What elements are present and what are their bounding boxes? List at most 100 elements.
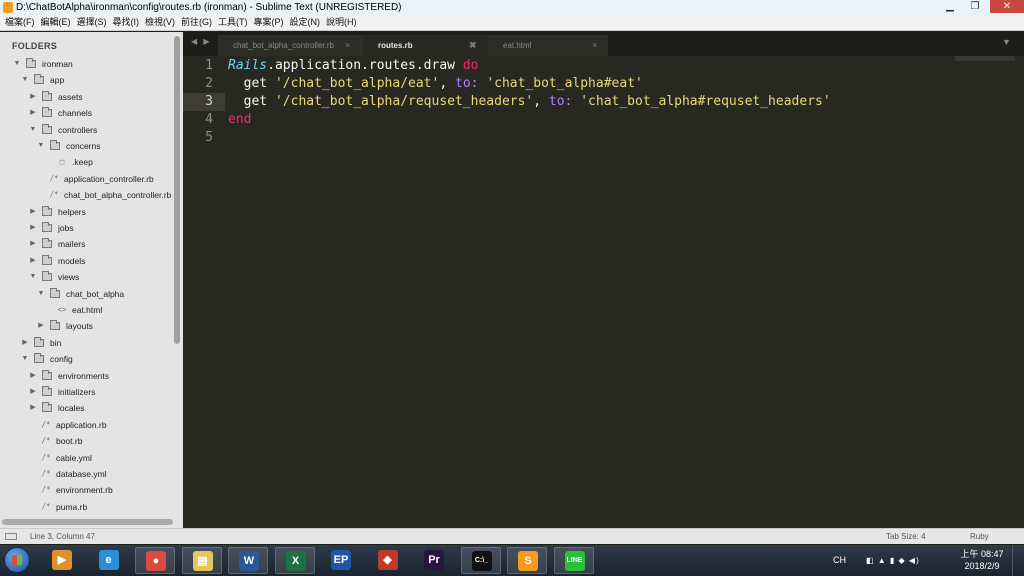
sidebar-horizontal-scrollbar[interactable] xyxy=(2,519,173,525)
taskbar-app-button[interactable]: Pr xyxy=(414,547,454,574)
chevron-down-icon[interactable]: ▼ xyxy=(20,351,30,367)
menu-goto[interactable]: 前往(G) xyxy=(178,15,215,30)
tree-item-initializers[interactable]: ▶ initializers xyxy=(0,384,172,400)
taskbar-app-button[interactable]: LINE xyxy=(553,547,594,574)
code-line[interactable]: Rails.application.routes.draw do xyxy=(228,57,478,75)
menu-selection[interactable]: 選擇(S) xyxy=(74,15,110,30)
chevron-down-icon[interactable]: ▼ xyxy=(36,138,46,154)
tab-close-icon[interactable]: × xyxy=(592,35,597,56)
code-line[interactable]: get '/chat_bot_alpha/requset_headers', t… xyxy=(228,93,831,111)
tree-item-models[interactable]: ▶ models xyxy=(0,253,172,269)
tree-item-keep[interactable]: □ .keep xyxy=(0,154,172,170)
tree-item-chat-bot-alpha-controller-rb[interactable]: /* chat_bot_alpha_controller.rb xyxy=(0,187,172,203)
taskbar-app-button[interactable]: X xyxy=(274,547,315,574)
taskbar-app-button[interactable]: e xyxy=(89,547,129,574)
tab-size-indicator[interactable]: Tab Size: 4 xyxy=(886,529,926,544)
tree-item-bin[interactable]: ▶ bin xyxy=(0,335,172,351)
menu-edit[interactable]: 編輯(E) xyxy=(38,15,74,30)
tree-item-application-rb[interactable]: /* application.rb xyxy=(0,417,172,433)
tree-item-helpers[interactable]: ▶ helpers xyxy=(0,204,172,220)
tree-item-cable-yml[interactable]: /* cable.yml xyxy=(0,450,172,466)
tab-close-icon[interactable]: ✖ xyxy=(469,35,477,56)
chevron-right-icon[interactable]: ▶ xyxy=(36,318,46,334)
maximize-button[interactable]: ❐ xyxy=(962,0,988,13)
folder-icon xyxy=(42,254,52,265)
minimize-button[interactable]: ▁ xyxy=(938,0,962,13)
tree-item-environments[interactable]: ▶ environments xyxy=(0,368,172,384)
chevron-right-icon[interactable]: ▶ xyxy=(28,400,38,416)
clock[interactable]: 上午 08:47 2018/2/9 xyxy=(958,548,1006,572)
tree-item-assets[interactable]: ▶ assets xyxy=(0,89,172,105)
close-button[interactable]: ✕ xyxy=(990,0,1024,13)
taskbar-app-button[interactable]: S xyxy=(507,547,547,574)
system-tray-icons[interactable]: ◧ ▲ ▮ ◆ ◀) xyxy=(866,545,920,576)
chevron-down-icon[interactable]: ▼ xyxy=(28,269,38,285)
chevron-down-icon[interactable]: ▼ xyxy=(12,56,22,72)
sidebar-scrollbar[interactable] xyxy=(174,36,180,344)
syntax-indicator[interactable]: Ruby xyxy=(970,529,989,544)
tree-item-locales[interactable]: ▶ locales xyxy=(0,400,172,416)
tree-item-chat-bot-alpha[interactable]: ▼ chat_bot_alpha xyxy=(0,286,172,302)
tree-item-puma-rb[interactable]: /* puma.rb xyxy=(0,499,172,515)
menu-tools[interactable]: 工具(T) xyxy=(215,15,251,30)
tree-item-database-yml[interactable]: /* database.yml xyxy=(0,466,172,482)
taskbar-app-button[interactable]: ● xyxy=(135,547,175,574)
taskbar-app-button[interactable]: ▤ xyxy=(181,547,222,574)
menu-preferences[interactable]: 設定(N) xyxy=(287,15,324,30)
menu-find[interactable]: 尋找(I) xyxy=(110,15,143,30)
tree-item-label: application_controller.rb xyxy=(64,173,154,184)
code-line[interactable]: end xyxy=(228,111,251,129)
tab-chat-bot-alpha-controller[interactable]: chat_bot_alpha_controller.rb × xyxy=(218,35,363,56)
menu-file[interactable]: 檔案(F) xyxy=(0,15,38,30)
tree-item-config[interactable]: ▼ config xyxy=(0,351,172,367)
menu-project[interactable]: 專案(P) xyxy=(251,15,287,30)
input-language-indicator[interactable]: CH xyxy=(833,545,846,576)
taskbar-app-button[interactable]: ◆ xyxy=(368,547,408,574)
file-icon: /* xyxy=(49,173,59,183)
tab-routes[interactable]: routes.rb ✖ xyxy=(363,35,493,56)
tab-eat-html[interactable]: eat.html × xyxy=(488,35,608,56)
tree-item-channels[interactable]: ▶ channels xyxy=(0,105,172,121)
code-editor[interactable]: 1 2 3 4 5 Rails.application.routes.draw do g… xyxy=(183,56,1024,528)
chevron-right-icon[interactable]: ▶ xyxy=(28,220,38,236)
show-desktop-button[interactable] xyxy=(1012,545,1024,576)
chevron-down-icon[interactable]: ▼ xyxy=(20,72,30,88)
chevron-right-icon[interactable]: ▶ xyxy=(20,335,30,351)
clock-time: 上午 08:47 xyxy=(960,549,1004,559)
chevron-right-icon[interactable]: ▶ xyxy=(28,89,38,105)
tree-item-app[interactable]: ▼ app xyxy=(0,72,172,88)
tree-item-jobs[interactable]: ▶ jobs xyxy=(0,220,172,236)
taskbar-app-button[interactable]: EP xyxy=(321,547,361,574)
chevron-down-icon[interactable]: ▼ xyxy=(36,286,46,302)
tree-item-environment-rb[interactable]: /* environment.rb xyxy=(0,482,172,498)
taskbar-app-button[interactable]: C:\_ xyxy=(460,547,501,574)
start-button[interactable] xyxy=(4,547,30,573)
chevron-right-icon[interactable]: ▶ xyxy=(28,236,38,252)
taskbar-app-button[interactable]: ▶ xyxy=(42,547,82,574)
panel-toggle-icon[interactable] xyxy=(5,533,17,540)
tab-menu-icon[interactable]: ▼ xyxy=(1002,37,1011,47)
chevron-down-icon[interactable]: ▼ xyxy=(28,122,38,138)
chevron-right-icon[interactable]: ▶ xyxy=(28,368,38,384)
tab-close-icon[interactable]: × xyxy=(345,35,350,56)
tree-item-boot-rb[interactable]: /* boot.rb xyxy=(0,433,172,449)
tree-item-views[interactable]: ▼ views xyxy=(0,269,172,285)
tree-item-application-controller-rb[interactable]: /* application_controller.rb xyxy=(0,171,172,187)
tree-item-eat-html[interactable]: <> eat.html xyxy=(0,302,172,318)
code-line[interactable]: get '/chat_bot_alpha/eat', to: 'chat_bot… xyxy=(228,75,643,93)
tree-item-concerns[interactable]: ▼ concerns xyxy=(0,138,172,154)
chevron-right-icon[interactable]: ▶ xyxy=(28,204,38,220)
tree-item-ironman[interactable]: ▼ ironman xyxy=(0,56,172,72)
chevron-right-icon[interactable]: ▶ xyxy=(28,105,38,121)
tab-navigation-arrows[interactable]: ◀ ▶ xyxy=(191,37,212,46)
taskbar-app-button[interactable]: W xyxy=(228,547,268,574)
menu-help[interactable]: 說明(H) xyxy=(323,15,360,30)
tree-item-controllers[interactable]: ▼ controllers xyxy=(0,122,172,138)
folder-open-icon xyxy=(34,74,44,85)
minimap[interactable] xyxy=(955,56,1015,61)
chevron-right-icon[interactable]: ▶ xyxy=(28,384,38,400)
tree-item-layouts[interactable]: ▶ layouts xyxy=(0,318,172,334)
menu-view[interactable]: 檢視(V) xyxy=(142,15,178,30)
tree-item-mailers[interactable]: ▶ mailers xyxy=(0,236,172,252)
chevron-right-icon[interactable]: ▶ xyxy=(28,253,38,269)
